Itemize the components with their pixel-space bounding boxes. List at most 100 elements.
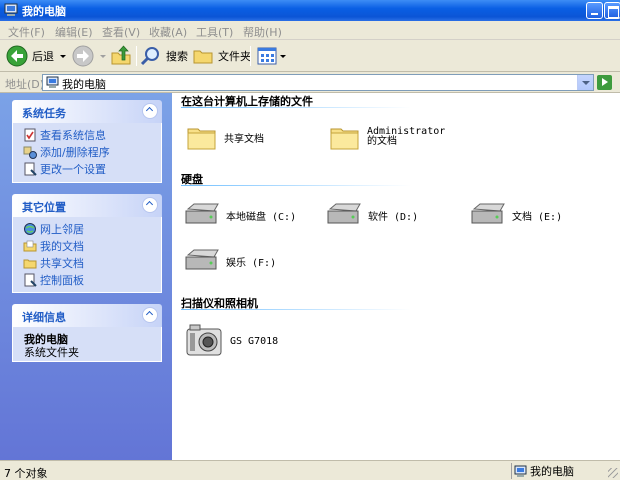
drive-item[interactable]: 软件 (D:)	[326, 201, 418, 229]
folder-item[interactable]: 共享文档	[186, 121, 264, 153]
drive-item[interactable]: 本地磁盘 (C:)	[184, 201, 296, 229]
network-globe-icon	[24, 223, 36, 235]
address-dropdown-button[interactable]	[577, 75, 593, 90]
toolbar-separator	[136, 46, 137, 66]
collapse-chevron-icon[interactable]	[142, 197, 158, 213]
hard-drive-icon	[327, 203, 361, 224]
go-button[interactable]	[597, 75, 612, 90]
folders-label: 文件夹	[218, 50, 251, 63]
my-computer-icon	[46, 76, 59, 88]
hard-drive-icon	[185, 203, 219, 224]
group-divider	[181, 185, 411, 186]
link-label: 查看系统信息	[40, 129, 106, 142]
my-documents-link[interactable]: 我的文档	[23, 238, 84, 254]
shared-folder-icon	[23, 259, 37, 269]
panel-title: 详细信息	[22, 311, 66, 324]
drive-item[interactable]: 文档 (E:)	[470, 201, 562, 229]
menu-bar: 文件(F) 编辑(E) 查看(V) 收藏(A) 工具(T) 帮助(H)	[0, 21, 620, 40]
status-divider	[511, 463, 512, 479]
toolbar: 后退 搜索 文件夹	[0, 40, 620, 72]
menu-favorites[interactable]: 收藏(A)	[149, 24, 187, 40]
status-location: 我的电脑	[514, 463, 574, 479]
search-label: 搜索	[166, 50, 188, 63]
content-area: 在这台计算机上存储的文件 共享文档 Administrator 的文档 硬盘 本…	[172, 93, 620, 460]
collapse-chevron-icon[interactable]	[142, 307, 158, 323]
views-button[interactable]	[256, 44, 286, 68]
folders-button[interactable]: 文件夹	[192, 44, 251, 68]
details-panel: 详细信息 我的电脑 系统文件夹	[12, 304, 162, 362]
camera-icon	[186, 324, 222, 356]
control-panel-link[interactable]: 控制面板	[23, 272, 84, 288]
views-icon	[257, 47, 277, 65]
forward-dropdown-icon	[100, 54, 106, 58]
details-type: 系统文件夹	[24, 346, 79, 359]
panel-header[interactable]: 详细信息	[12, 304, 162, 327]
menu-edit[interactable]: 编辑(E)	[55, 24, 93, 40]
system-info-icon	[24, 128, 36, 142]
item-label: 软件 (D:)	[368, 211, 419, 223]
resize-grip-icon[interactable]	[608, 468, 618, 478]
my-computer-icon	[4, 3, 18, 16]
menu-view[interactable]: 查看(V)	[102, 24, 140, 40]
drive-item[interactable]: 娱乐 (F:)	[184, 247, 276, 275]
hard-drive-icon	[471, 203, 505, 224]
collapse-chevron-icon[interactable]	[142, 103, 158, 119]
link-label: 更改一个设置	[40, 163, 106, 176]
item-label: 娱乐 (F:)	[226, 257, 277, 269]
network-places-link[interactable]: 网上邻居	[23, 221, 84, 237]
back-arrow-icon	[6, 45, 28, 67]
views-dropdown-icon[interactable]	[280, 54, 286, 58]
item-label: 本地磁盘 (C:)	[226, 211, 297, 223]
shared-documents-link[interactable]: 共享文档	[23, 255, 84, 271]
item-label: GS G7018	[230, 335, 279, 347]
panel-title: 其它位置	[22, 201, 66, 214]
group-divider	[181, 309, 411, 310]
control-panel-icon	[24, 273, 37, 287]
back-label: 后退	[32, 50, 54, 63]
panel-body: 网上邻居 我的文档 共享文档 控制面板	[12, 217, 162, 293]
search-button[interactable]: 搜索	[140, 44, 188, 68]
up-folder-button[interactable]	[110, 44, 132, 68]
view-system-info-link[interactable]: 查看系统信息	[23, 127, 106, 143]
minimize-button[interactable]	[586, 2, 603, 19]
change-setting-link[interactable]: 更改一个设置	[23, 161, 106, 177]
add-remove-programs-link[interactable]: 添加/删除程序	[23, 144, 110, 160]
link-label: 共享文档	[40, 257, 84, 270]
up-folder-icon	[111, 45, 131, 65]
link-label: 我的文档	[40, 240, 84, 253]
back-dropdown-icon[interactable]	[60, 54, 66, 58]
panel-title: 系统任务	[22, 107, 66, 120]
hard-drive-icon	[185, 249, 219, 270]
system-tasks-panel: 系统任务 查看系统信息 添加/删除程序 更改一个设置	[12, 100, 162, 183]
forward-button[interactable]	[72, 44, 106, 68]
panel-header[interactable]: 其它位置	[12, 194, 162, 217]
camera-item[interactable]: GS G7018	[184, 323, 278, 359]
panel-body: 查看系统信息 添加/删除程序 更改一个设置	[12, 123, 162, 183]
status-bar: 7 个对象 我的电脑	[0, 460, 620, 480]
panel-header[interactable]: 系统任务	[12, 100, 162, 123]
add-remove-icon	[23, 146, 37, 159]
address-label: 地址(D)	[5, 78, 45, 91]
menu-tools[interactable]: 工具(T)	[196, 24, 233, 40]
menu-help[interactable]: 帮助(H)	[243, 24, 282, 40]
link-label: 添加/删除程序	[40, 146, 110, 159]
group-divider	[181, 107, 411, 108]
menu-file[interactable]: 文件(F)	[8, 24, 45, 40]
address-bar: 地址(D) 我的电脑	[0, 72, 620, 93]
address-input[interactable]: 我的电脑	[42, 74, 594, 91]
maximize-button[interactable]	[604, 2, 620, 19]
folder-icon	[193, 50, 213, 64]
item-label: 文档 (E:)	[512, 211, 563, 223]
folder-item[interactable]: Administrator 的文档	[329, 121, 459, 153]
item-label: Administrator 的文档	[367, 126, 446, 147]
task-pane: 系统任务 查看系统信息 添加/删除程序 更改一个设置 其它位置 网上邻居 我的文…	[0, 93, 172, 460]
link-label: 网上邻居	[40, 223, 84, 236]
back-button[interactable]: 后退	[6, 44, 66, 68]
window-title: 我的电脑	[22, 5, 66, 18]
panel-body: 我的电脑 系统文件夹	[12, 327, 162, 362]
search-icon	[140, 47, 159, 66]
other-places-panel: 其它位置 网上邻居 我的文档 共享文档 控制面板	[12, 194, 162, 293]
link-label: 控制面板	[40, 274, 84, 287]
address-value: 我的电脑	[62, 78, 106, 91]
item-label: 共享文档	[224, 133, 264, 145]
